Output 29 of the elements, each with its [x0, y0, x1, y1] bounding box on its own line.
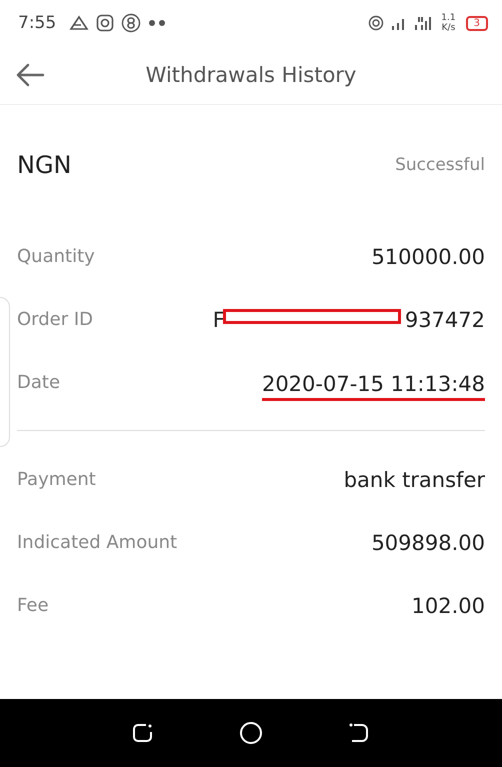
field-label: Fee [17, 595, 49, 616]
field-label: Order ID [17, 309, 94, 330]
back-arrow-icon[interactable] [15, 63, 45, 87]
circle-logo-icon [121, 13, 142, 33]
field-value: bank transfer [344, 468, 485, 492]
network-speed: 1.1 [441, 13, 456, 23]
status-time: 7:55 [18, 13, 56, 33]
page-title: Withdrawals History [146, 63, 356, 87]
warning-icon [69, 15, 90, 31]
field-value: 2020-07-15 11:13:48 [262, 372, 485, 401]
back-icon[interactable] [348, 722, 370, 744]
field-value: 937472 [404, 308, 485, 332]
field-value: F [212, 308, 225, 332]
home-icon[interactable] [238, 721, 263, 745]
field-label: Date [17, 372, 60, 393]
hotspot-icon [368, 15, 384, 31]
field-label: Payment [17, 469, 96, 490]
currency: NGN [17, 151, 72, 179]
field-value: 509898.00 [371, 530, 485, 554]
field-label: Quantity [17, 246, 95, 267]
field-value: 102.00 [412, 594, 485, 618]
recent-apps-icon[interactable] [132, 722, 154, 744]
field-label: Indicated Amount [17, 532, 178, 553]
dots-icon [148, 19, 166, 27]
field-value: 510000.00 [371, 244, 485, 268]
network-speed-unit: K/s [442, 23, 456, 33]
camera-icon [96, 14, 114, 32]
status-text: Successful [395, 155, 485, 175]
battery-indicator: 3 [466, 16, 488, 30]
